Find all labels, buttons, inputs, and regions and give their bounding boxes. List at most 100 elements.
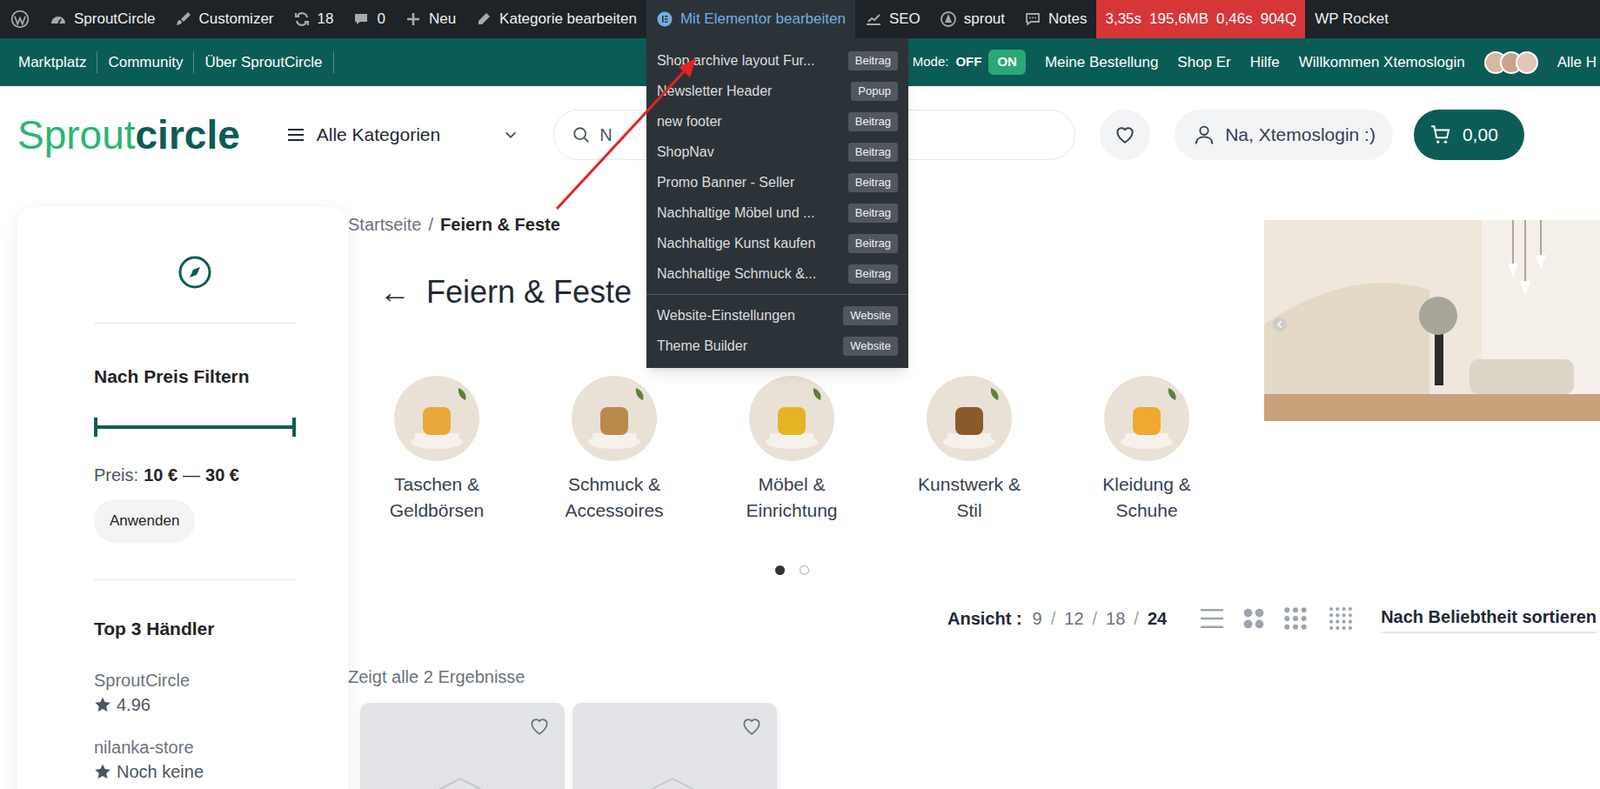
- grid-2-icon[interactable]: [1241, 606, 1266, 631]
- category-image: [926, 375, 1012, 462]
- product-card[interactable]: [572, 702, 777, 789]
- category-item[interactable]: Möbel &Einrichtung: [702, 375, 881, 524]
- comments-icon: [352, 10, 370, 28]
- vendor-name[interactable]: SproutCircle: [93, 669, 296, 692]
- per-page-option[interactable]: 24: [1147, 605, 1167, 632]
- menu-item[interactable]: Theme BuilderWebsite: [646, 330, 909, 362]
- switch-on[interactable]: ON: [988, 49, 1026, 75]
- carousel-dots: [348, 565, 1236, 576]
- star-icon: [93, 763, 112, 781]
- admin-bar-item[interactable]: Neu: [394, 0, 466, 39]
- main-content: Startseite/Feiern & Feste←Feiern & Feste…: [348, 207, 1600, 789]
- menu-badge: Beitrag: [848, 234, 898, 254]
- carousel-dot[interactable]: [775, 565, 785, 576]
- wishlist-toggle[interactable]: [528, 715, 551, 738]
- filter-title: Nach Preis Filtern: [93, 363, 296, 390]
- menu-badge: Popup: [850, 81, 898, 101]
- menu-badge: Beitrag: [848, 51, 898, 71]
- top-nav-link[interactable]: Alle H: [1557, 51, 1597, 74]
- category-item[interactable]: Taschen &Geldbörsen: [348, 375, 526, 524]
- menu-item[interactable]: Nachhaltige Schmuck &...Beitrag: [646, 258, 909, 289]
- seo-chart-icon: [864, 10, 883, 28]
- admin-bar-item[interactable]: SproutCircle: [40, 0, 166, 39]
- elementor-icon: [656, 10, 674, 28]
- cart-button[interactable]: 0,00: [1413, 109, 1525, 161]
- sort-dropdown[interactable]: Nach Beliebtheit sortieren: [1380, 603, 1597, 634]
- compass-icon[interactable]: [177, 254, 213, 290]
- wp-logo-item[interactable]: [0, 0, 41, 39]
- admin-bar-item[interactable]: 18: [283, 0, 344, 39]
- categories-dropdown[interactable]: Alle Kategorien: [285, 120, 519, 149]
- list-view-icon[interactable]: [1199, 606, 1225, 631]
- admin-bar-item[interactable]: Notes: [1014, 0, 1097, 39]
- image-placeholder-icon: [633, 768, 712, 789]
- category-image: [394, 375, 480, 462]
- grid-3-icon[interactable]: [1283, 606, 1308, 631]
- admin-bar-item[interactable]: sprout: [930, 0, 1015, 39]
- category-image: [1104, 375, 1190, 462]
- image-placeholder-icon: [421, 768, 500, 789]
- category-item[interactable]: Schmuck &Accessoires: [525, 375, 703, 524]
- wishlist-toggle[interactable]: [740, 715, 764, 738]
- banner-prev-button[interactable]: [1272, 317, 1287, 332]
- top-nav-link[interactable]: Shop Er: [1177, 51, 1231, 74]
- admin-bar-item[interactable]: Mit Elementor bearbeitenShop archive lay…: [646, 0, 856, 39]
- category-picture-icon: [926, 375, 1012, 462]
- menu-item[interactable]: Website-EinstellungenWebsite: [646, 300, 909, 331]
- top-nav-link[interactable]: Marktplatz: [18, 51, 98, 74]
- product-card[interactable]: [360, 702, 565, 789]
- vendor-item[interactable]: SproutCircle4.96: [93, 669, 296, 717]
- back-button[interactable]: ←: [379, 273, 411, 312]
- query-monitor[interactable]: 3,35s195,6MB0,46s904Q: [1096, 0, 1306, 39]
- account-button[interactable]: Na, Xtemoslogin :): [1174, 109, 1393, 161]
- site-logo[interactable]: Sproutcircle: [17, 114, 241, 155]
- elementor-dropdown: Shop archive layout Fur...BeitragNewslet…: [646, 38, 909, 369]
- category-item[interactable]: Kleidung &Schuhe: [1057, 375, 1236, 524]
- menu-item[interactable]: Nachhaltige Kunst kaufenBeitrag: [646, 227, 909, 259]
- menu-badge: Website: [843, 306, 898, 326]
- carousel-dot[interactable]: [799, 565, 810, 576]
- wp-rocket-item[interactable]: WP Rocket: [1305, 0, 1399, 39]
- view-switcher: [1199, 606, 1357, 631]
- menu-badge: Beitrag: [848, 142, 898, 162]
- per-page-option[interactable]: 12: [1064, 605, 1084, 632]
- top-nav-link[interactable]: Über SproutCircle: [194, 51, 334, 74]
- slider-handle-max[interactable]: [292, 417, 296, 437]
- avatar-group[interactable]: [1484, 51, 1539, 74]
- menu-item[interactable]: Shop archive layout Fur...Beitrag: [646, 45, 909, 76]
- promo-banner[interactable]: [1264, 220, 1600, 422]
- per-page-option[interactable]: 9: [1032, 605, 1043, 632]
- menu-item[interactable]: ShopNavBeitrag: [646, 136, 909, 168]
- wishlist-button[interactable]: [1099, 109, 1151, 161]
- divider: [93, 579, 296, 581]
- breadcrumb-item[interactable]: Startseite: [348, 212, 422, 237]
- category-label: Taschen &Geldbörsen: [389, 471, 485, 524]
- admin-bar-item[interactable]: 0: [342, 0, 395, 39]
- price-slider[interactable]: [93, 420, 296, 435]
- apply-button[interactable]: Anwenden: [93, 499, 195, 543]
- breadcrumb-item[interactable]: Feiern & Feste: [440, 212, 561, 237]
- vendor-name[interactable]: nilanka-store: [93, 736, 296, 759]
- notes-icon: [1024, 10, 1042, 28]
- top-nav-link[interactable]: Community: [97, 51, 195, 74]
- menu-item[interactable]: Promo Banner - SellerBeitrag: [646, 167, 909, 198]
- menu-item[interactable]: new footerBeitrag: [646, 106, 909, 137]
- banner-picture-icon: [1264, 220, 1600, 422]
- chevron-left-icon: [1275, 320, 1285, 329]
- admin-bar-item[interactable]: Kategorie bearbeiten: [465, 0, 647, 39]
- chevron-down-icon: [502, 127, 519, 143]
- top-nav-link[interactable]: Meine Bestellung: [1044, 51, 1159, 74]
- admin-bar-item[interactable]: Customizer: [165, 0, 284, 39]
- menu-item[interactable]: Nachhaltige Möbel und ...Beitrag: [646, 197, 909, 228]
- per-page-option[interactable]: 18: [1105, 605, 1125, 632]
- top-nav-link[interactable]: Hilfe: [1250, 51, 1280, 74]
- menu-item[interactable]: Newsletter HeaderPopup: [646, 75, 909, 107]
- hamburger-icon: [285, 124, 307, 146]
- vendor-item[interactable]: nilanka-storeNoch keine: [93, 736, 296, 784]
- category-image: [749, 375, 835, 462]
- grid-4-icon[interactable]: [1325, 606, 1357, 631]
- slider-handle-min[interactable]: [93, 417, 98, 437]
- admin-bar-item[interactable]: SEO: [855, 0, 931, 39]
- category-label: Kunstwerk &Stil: [917, 471, 1021, 524]
- category-item[interactable]: Kunstwerk &Stil: [880, 375, 1058, 524]
